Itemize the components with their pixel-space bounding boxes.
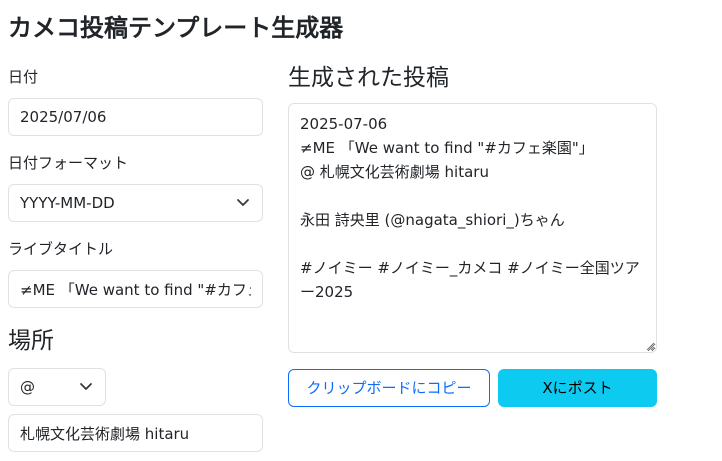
date-format-selected-value: YYYY-MM-DD xyxy=(20,194,115,212)
chevron-down-icon xyxy=(237,199,249,206)
date-format-select[interactable]: YYYY-MM-DD xyxy=(8,184,263,222)
post-to-x-button[interactable]: Xにポスト xyxy=(498,369,657,407)
output-section-title: 生成された投稿 xyxy=(288,65,449,91)
date-label: 日付 xyxy=(8,68,39,86)
resize-grip-icon[interactable] xyxy=(646,342,655,351)
venue-section-title: 場所 xyxy=(8,328,54,354)
venue-prefix-select[interactable]: @ xyxy=(8,368,106,406)
chevron-down-icon xyxy=(80,383,92,390)
page-title: カメコ投稿テンプレート生成器 xyxy=(8,14,344,42)
venue-input[interactable] xyxy=(8,414,263,452)
generated-post-textarea[interactable]: 2025-07-06 ≠ME 「We want to find "#カフェ楽園"… xyxy=(288,103,657,353)
date-input[interactable] xyxy=(8,98,263,136)
venue-prefix-selected-value: @ xyxy=(20,378,35,396)
live-title-label: ライブタイトル xyxy=(8,240,114,258)
date-format-label: 日付フォーマット xyxy=(8,154,129,172)
live-title-input[interactable] xyxy=(8,270,263,308)
copy-to-clipboard-button[interactable]: クリップボードにコピー xyxy=(288,369,490,407)
